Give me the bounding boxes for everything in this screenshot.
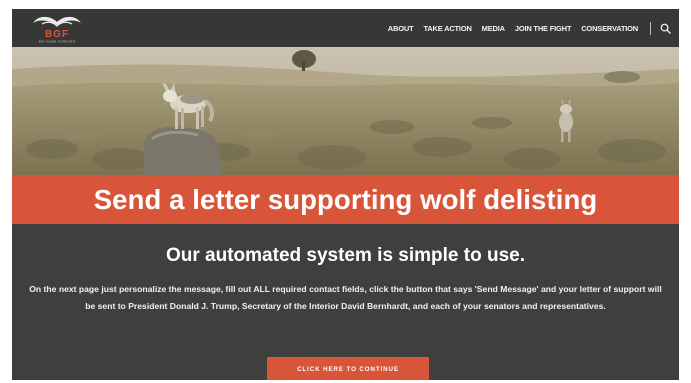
bgf-logo[interactable]: BGF BIG GAME FOREVER bbox=[25, 12, 89, 44]
hero-photo bbox=[12, 47, 679, 175]
nav-about[interactable]: ABOUT bbox=[388, 24, 414, 33]
svg-text:BGF: BGF bbox=[45, 29, 69, 40]
page: BGF BIG GAME FOREVER ABOUT TAKE ACTION M… bbox=[12, 9, 679, 380]
nav-join-the-fight[interactable]: JOIN THE FIGHT bbox=[515, 24, 572, 33]
continue-button[interactable]: CLICK HERE TO CONTINUE bbox=[267, 357, 429, 380]
top-navbar: BGF BIG GAME FOREVER ABOUT TAKE ACTION M… bbox=[12, 9, 679, 47]
search-icon[interactable] bbox=[660, 23, 671, 34]
page-headline: Send a letter supporting wolf delisting bbox=[93, 183, 598, 215]
nav-conservation[interactable]: CONSERVATION bbox=[581, 24, 638, 33]
info-section: Our automated system is simple to use. O… bbox=[12, 224, 679, 380]
nav-media[interactable]: MEDIA bbox=[482, 24, 505, 33]
section-subheading: Our automated system is simple to use. bbox=[166, 245, 525, 266]
main-nav: ABOUT TAKE ACTION MEDIA JOIN THE FIGHT C… bbox=[378, 9, 671, 47]
headline-banner: Send a letter supporting wolf delisting bbox=[12, 175, 679, 224]
svg-text:BIG GAME FOREVER: BIG GAME FOREVER bbox=[39, 40, 76, 44]
wolves-landscape-illustration bbox=[12, 47, 679, 175]
nav-take-action[interactable]: TAKE ACTION bbox=[423, 24, 471, 33]
instructions-text: On the next page just personalize the me… bbox=[29, 284, 662, 311]
nav-divider bbox=[650, 21, 651, 35]
